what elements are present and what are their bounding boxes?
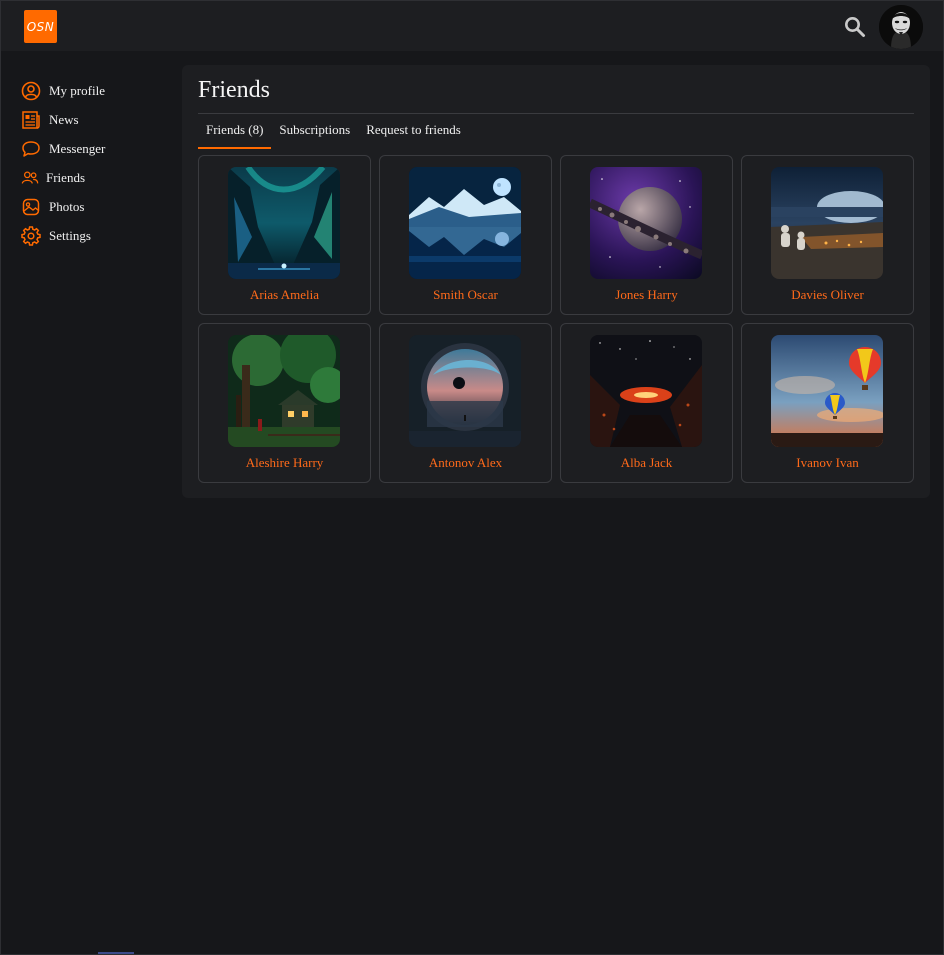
sidebar-item-my-profile[interactable]: My profile	[20, 76, 170, 105]
sidebar-item-label: Photos	[49, 198, 85, 214]
friend-card[interactable]: Jones Harry	[560, 155, 733, 315]
scroll-indicator	[98, 952, 134, 954]
sidebar-item-photos[interactable]: Photos	[20, 192, 170, 221]
friend-name[interactable]: Alba Jack	[561, 455, 732, 471]
tab-request-to-friends[interactable]: Request to friends	[358, 116, 469, 149]
friend-photo[interactable]	[590, 167, 702, 279]
friend-card[interactable]: Aleshire Harry	[198, 323, 371, 483]
friend-card[interactable]: Alba Jack	[560, 323, 733, 483]
friend-photo[interactable]	[771, 335, 883, 447]
avatar[interactable]	[879, 5, 923, 49]
friend-photo[interactable]	[228, 335, 340, 447]
sidebar-item-news[interactable]: News	[20, 105, 170, 134]
friend-name[interactable]: Ivanov Ivan	[742, 455, 913, 471]
friend-name[interactable]: Arias Amelia	[199, 287, 370, 303]
image-icon	[20, 196, 42, 218]
friend-name[interactable]: Davies Oliver	[742, 287, 913, 303]
sidebar-item-label: News	[49, 111, 79, 127]
sidebar-item-label: Messenger	[49, 140, 106, 156]
friend-photo[interactable]	[590, 335, 702, 447]
friend-name[interactable]: Jones Harry	[561, 287, 732, 303]
sidebar-item-label: Settings	[49, 227, 91, 243]
users-icon	[20, 167, 39, 189]
sidebar: My profile News Messenger Friends Photos…	[20, 76, 170, 250]
tab-friends[interactable]: Friends (8)	[198, 116, 272, 149]
friends-panel: Friends Friends (8) Subscriptions Reques…	[182, 65, 930, 498]
logo-text: OSN	[26, 19, 55, 34]
sidebar-item-label: Friends	[46, 169, 85, 185]
friend-photo[interactable]	[409, 167, 521, 279]
friend-card[interactable]: Ivanov Ivan	[741, 323, 914, 483]
divider	[198, 113, 914, 114]
tab-subscriptions[interactable]: Subscriptions	[271, 116, 358, 149]
logo[interactable]: OSN	[24, 10, 57, 43]
sidebar-item-messenger[interactable]: Messenger	[20, 134, 170, 163]
sidebar-item-friends[interactable]: Friends	[20, 163, 170, 192]
friend-card[interactable]: Smith Oscar	[379, 155, 552, 315]
friends-grid: Arias Amelia Smith Oscar Jones Harry Dav…	[198, 155, 914, 483]
page-title: Friends	[198, 77, 270, 103]
search-icon[interactable]	[843, 15, 867, 39]
friend-card[interactable]: Arias Amelia	[198, 155, 371, 315]
friend-card[interactable]: Antonov Alex	[379, 323, 552, 483]
newspaper-icon	[20, 109, 42, 131]
friend-name[interactable]: Antonov Alex	[380, 455, 551, 471]
sidebar-item-label: My profile	[49, 82, 105, 98]
sidebar-item-settings[interactable]: Settings	[20, 221, 170, 250]
gear-icon	[20, 225, 42, 247]
chat-bubble-icon	[20, 138, 42, 160]
user-circle-icon	[20, 80, 42, 102]
friend-card[interactable]: Davies Oliver	[741, 155, 914, 315]
friend-name[interactable]: Smith Oscar	[380, 287, 551, 303]
tab-bar: Friends (8) Subscriptions Request to fri…	[198, 116, 469, 149]
top-bar: OSN	[1, 1, 943, 51]
friend-photo[interactable]	[228, 167, 340, 279]
friend-photo[interactable]	[409, 335, 521, 447]
friend-photo[interactable]	[771, 167, 883, 279]
friend-name[interactable]: Aleshire Harry	[199, 455, 370, 471]
